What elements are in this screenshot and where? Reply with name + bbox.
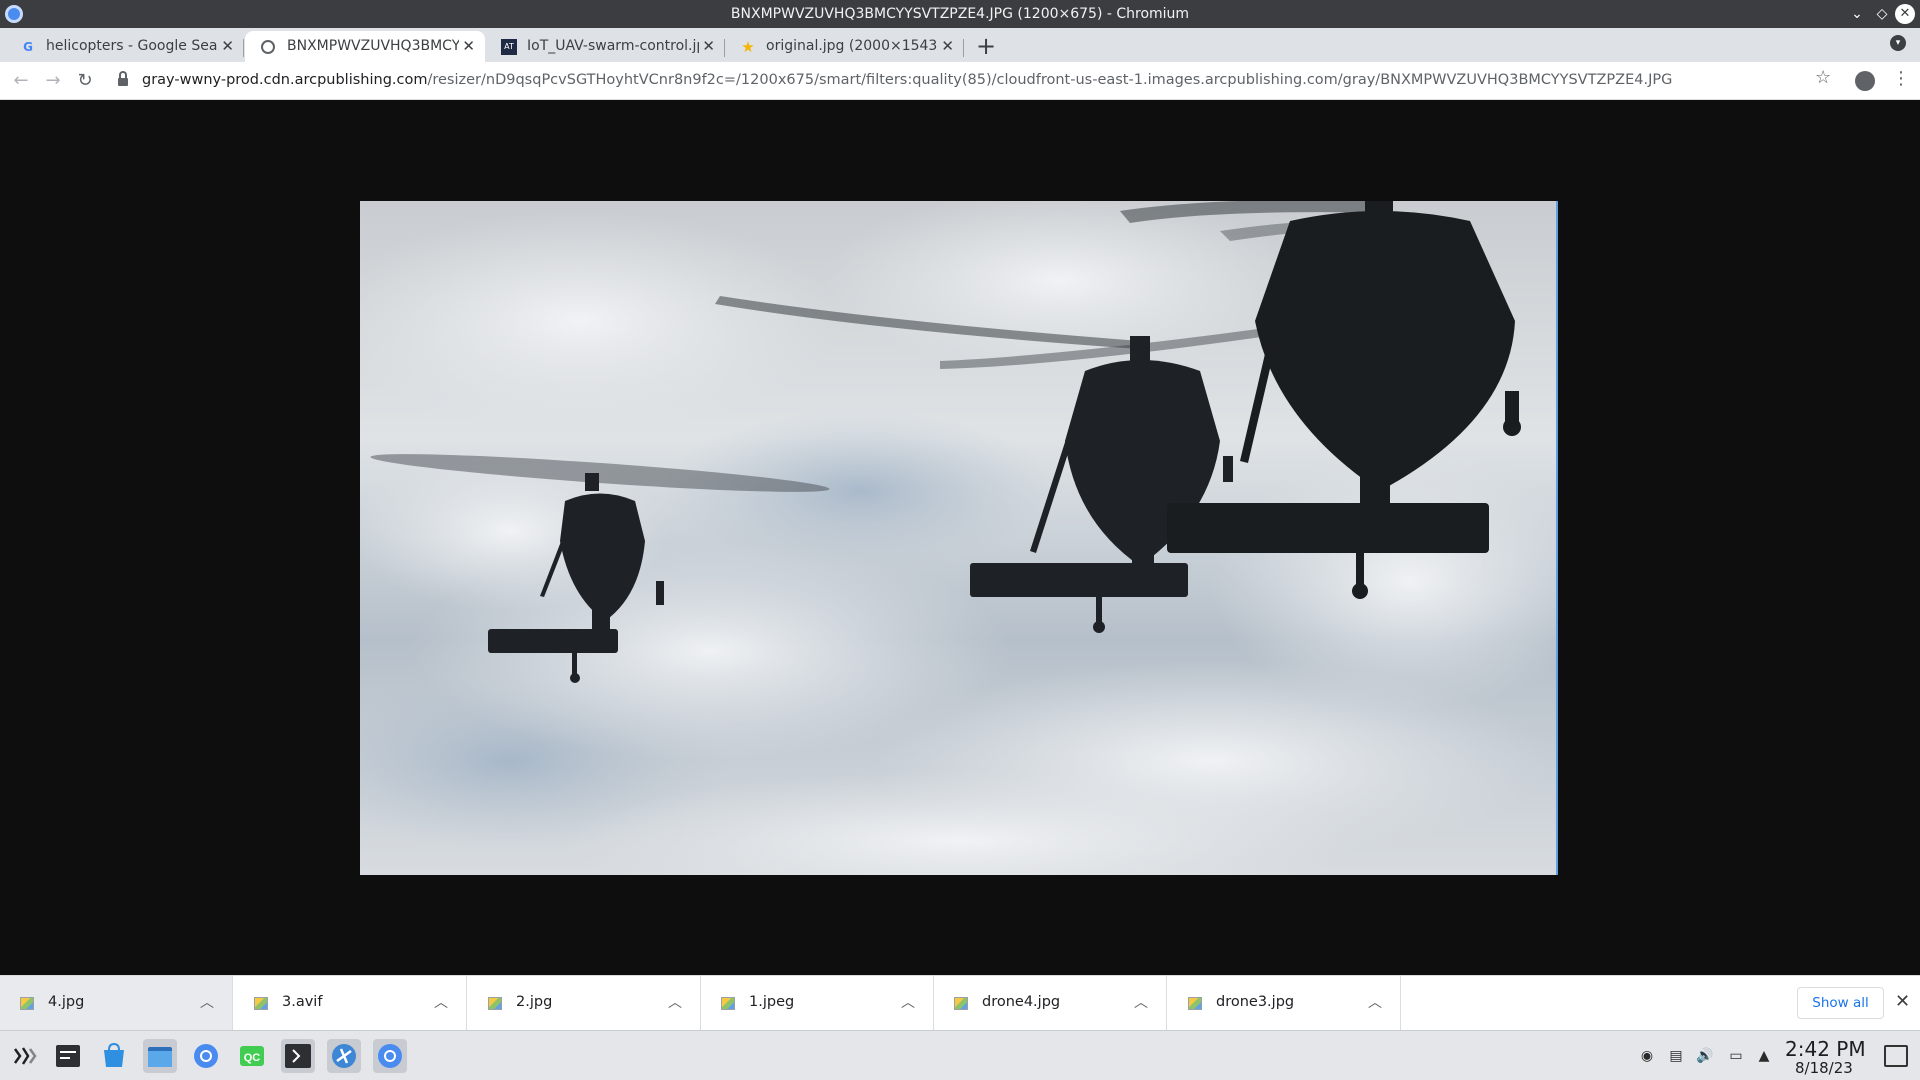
globe-icon xyxy=(261,40,275,54)
bookmark-star-icon[interactable]: ☆ xyxy=(1815,67,1831,88)
system-taskbar: QC ◉ ▤ 🔊 ▭ ▲ 2:42 PM 8/18/23 xyxy=(0,1030,1920,1080)
download-item[interactable]: drone4.jpg ︿ xyxy=(934,976,1167,1031)
app-launcher-icon[interactable] xyxy=(6,1039,40,1073)
window-title: BNXMPWVZUVHQ3BMCYYSVTZPZE4.JPG (1200×675… xyxy=(730,6,1190,22)
tab-search-icon[interactable]: ▾ xyxy=(1890,35,1906,51)
image-file-icon xyxy=(1188,997,1202,1010)
reload-icon[interactable]: ↻ xyxy=(73,69,97,93)
profile-avatar-icon[interactable] xyxy=(1855,71,1875,91)
forward-icon[interactable]: → xyxy=(41,69,65,93)
close-icon[interactable]: ✕ xyxy=(1895,991,1910,1012)
minimize-icon[interactable]: ⌄ xyxy=(1847,4,1867,24)
chromium-icon[interactable] xyxy=(189,1039,223,1073)
tab-label: original.jpg (2000×1543) xyxy=(766,38,938,54)
download-filename: 3.avif xyxy=(282,994,323,1010)
image-file-icon xyxy=(954,997,968,1010)
tray-expand-icon[interactable]: ▲ xyxy=(1755,1047,1773,1065)
new-tab-icon[interactable]: + xyxy=(976,32,996,60)
download-item[interactable]: 2.jpg ︿ xyxy=(468,976,701,1031)
image-file-icon xyxy=(254,997,268,1010)
software-store-icon[interactable] xyxy=(97,1039,131,1073)
download-item[interactable]: 1.jpeg ︿ xyxy=(701,976,934,1031)
download-filename: 2.jpg xyxy=(516,994,553,1010)
terminal-icon[interactable] xyxy=(281,1039,315,1073)
download-item[interactable]: 4.jpg ︿ xyxy=(0,976,233,1031)
network-status-icon[interactable]: ◉ xyxy=(1638,1047,1656,1065)
download-filename: drone3.jpg xyxy=(1216,994,1295,1010)
chevron-up-icon[interactable]: ︿ xyxy=(1134,992,1148,1012)
helicopters-photo[interactable] xyxy=(360,201,1558,875)
downloads-shelf: 4.jpg ︿ 3.avif ︿ 2.jpg ︿ 1.jpeg ︿ drone4… xyxy=(0,975,1920,1031)
window-close-button[interactable]: ✕ xyxy=(1895,4,1915,24)
tab-label: BNXMPWVZUVHQ3BMCYYSVTZPZE4.JPG xyxy=(287,38,459,54)
chevron-up-icon[interactable]: ︿ xyxy=(901,992,915,1012)
browser-toolbar: ← → ↻ gray-wwny-prod.cdn.arcpublishing.c… xyxy=(0,62,1920,100)
download-filename: 4.jpg xyxy=(48,994,85,1010)
back-icon[interactable]: ← xyxy=(9,69,33,93)
download-filename: 1.jpeg xyxy=(749,994,795,1010)
download-item[interactable]: drone3.jpg ︿ xyxy=(1168,976,1401,1031)
image-viewer xyxy=(0,100,1920,975)
chromium-active-icon[interactable] xyxy=(373,1039,407,1073)
task-manager-icon[interactable] xyxy=(51,1039,85,1073)
tab-close-icon[interactable]: ✕ xyxy=(941,37,954,55)
clock-date[interactable]: 8/18/23 xyxy=(1795,1059,1853,1077)
display-icon[interactable]: ▭ xyxy=(1727,1047,1745,1065)
at-site-icon: AT xyxy=(501,39,517,55)
url-path: /resizer/nD9qsqPcvSGTHoyhtVCnr8n9f2c=/12… xyxy=(427,72,1673,88)
tab-original-jpg[interactable]: ★ original.jpg (2000×1543) ✕ xyxy=(724,31,964,62)
qt-creator-icon[interactable]: QC xyxy=(235,1039,269,1073)
tab-label: helicopters - Google Search xyxy=(46,38,218,54)
tab-strip: G helicopters - Google Search ✕ BNXMPWVZ… xyxy=(0,28,1920,62)
google-icon: G xyxy=(23,40,33,54)
download-filename: drone4.jpg xyxy=(982,994,1061,1010)
system-settings-icon[interactable] xyxy=(327,1039,361,1073)
browser-menu-icon[interactable]: ⋮ xyxy=(1892,68,1910,89)
url-host: gray-wwny-prod.cdn.arcpublishing.com xyxy=(142,72,428,88)
url-text[interactable]: gray-wwny-prod.cdn.arcpublishing.com/res… xyxy=(142,72,1672,88)
show-all-button[interactable]: Show all xyxy=(1797,987,1884,1019)
chevron-up-icon[interactable]: ︿ xyxy=(668,992,682,1012)
svg-text:QC: QC xyxy=(244,1052,261,1064)
image-file-icon xyxy=(20,997,34,1010)
maximize-icon[interactable]: ◇ xyxy=(1872,4,1892,24)
tab-close-icon[interactable]: ✕ xyxy=(702,37,715,55)
volume-icon[interactable]: 🔊 xyxy=(1696,1047,1714,1065)
tab-close-icon[interactable]: ✕ xyxy=(221,37,234,55)
chevron-up-icon[interactable]: ︿ xyxy=(200,992,214,1012)
image-file-icon xyxy=(488,997,502,1010)
photo-svg xyxy=(360,201,1556,875)
tab-label: IoT_UAV-swarm-control.jpg xyxy=(527,38,699,54)
lock-icon[interactable] xyxy=(118,71,128,86)
star-favicon-icon: ★ xyxy=(741,38,755,56)
chevron-up-icon[interactable]: ︿ xyxy=(1368,992,1382,1012)
tab-active-image[interactable]: BNXMPWVZUVHQ3BMCYYSVTZPZE4.JPG ✕ xyxy=(245,31,485,62)
image-file-icon xyxy=(721,997,735,1010)
show-desktop-button[interactable] xyxy=(1884,1045,1908,1067)
clipboard-icon[interactable]: ▤ xyxy=(1667,1047,1685,1065)
tab-helicopters-search[interactable]: G helicopters - Google Search ✕ xyxy=(4,31,244,62)
address-bar[interactable]: gray-wwny-prod.cdn.arcpublishing.com/res… xyxy=(110,66,1840,96)
tab-iot-uav[interactable]: AT IoT_UAV-swarm-control.jpg ✕ xyxy=(485,31,725,62)
clock-time[interactable]: 2:42 PM xyxy=(1785,1037,1866,1061)
chevron-up-icon[interactable]: ︿ xyxy=(434,992,448,1012)
window-titlebar: BNXMPWVZUVHQ3BMCYYSVTZPZE4.JPG (1200×675… xyxy=(0,0,1920,28)
download-item[interactable]: 3.avif ︿ xyxy=(234,976,467,1031)
tab-close-icon[interactable]: ✕ xyxy=(462,37,475,55)
file-manager-icon[interactable] xyxy=(143,1039,177,1073)
